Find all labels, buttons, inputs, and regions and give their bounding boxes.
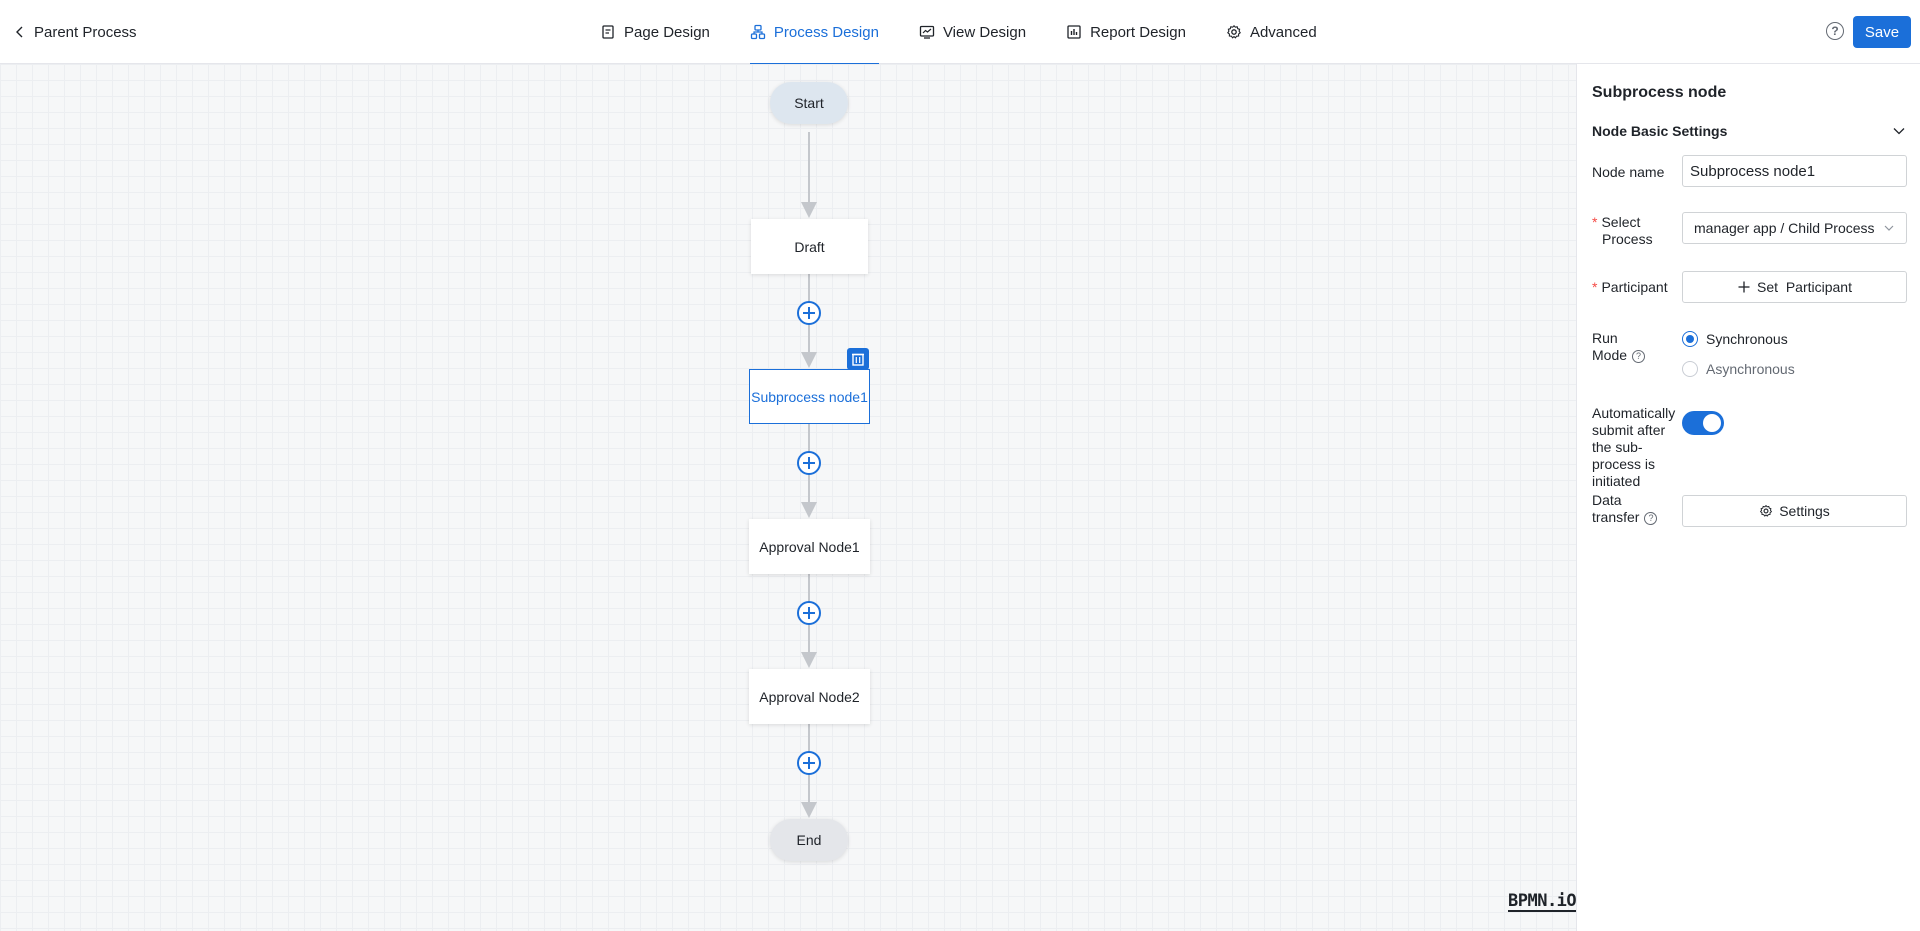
label-line: Mode [1592,347,1628,363]
add-node-button[interactable] [797,751,821,775]
back-link[interactable]: Parent Process [12,20,137,44]
data-transfer-settings-button[interactable]: Settings [1682,495,1907,527]
help-icon[interactable]: ? [1632,349,1646,363]
label-line: transfer [1592,509,1640,525]
page-icon [602,25,614,39]
subprocess-node[interactable]: Subprocess node1 [749,369,870,424]
tab-report-design[interactable]: Report Design [1066,0,1186,64]
gear-icon [1760,504,1773,517]
select-process-label: * Select Process [1592,214,1653,248]
tab-advanced[interactable]: Advanced [1226,0,1317,64]
label-text: Participant [1601,279,1668,295]
back-label: Parent Process [34,23,137,41]
label-line: process is [1592,456,1656,472]
start-node[interactable]: Start [770,82,848,124]
plus-icon [1738,281,1750,293]
top-bar: Parent Process Page Design Process Desig… [0,0,1920,65]
tab-view-design[interactable]: View Design [919,0,1026,64]
add-node-button[interactable] [797,301,821,325]
properties-panel: Subprocess node Node Basic Settings Node… [1576,64,1920,931]
tab-label: Page Design [624,23,710,41]
run-mode-asynchronous[interactable]: Asynchronous [1682,361,1795,377]
bpmn-io-logo[interactable]: BPMN.iO [1508,892,1576,912]
set-participant-label: Set Participant [1757,279,1852,295]
add-node-button[interactable] [797,451,821,475]
label-line: submit after [1592,422,1666,438]
help-icon[interactable]: ? [1644,511,1658,525]
participant-label: * Participant [1592,279,1668,296]
flow-connectors [801,132,817,818]
delete-node-icon[interactable] [847,348,869,370]
end-node[interactable]: End [770,819,848,861]
radio-unchecked[interactable] [1682,361,1698,377]
select-process-value: manager app / Child Process [1694,220,1875,236]
label-line: Process [1602,231,1653,247]
required-mark: * [1592,279,1598,295]
tab-label: View Design [942,23,1027,41]
chevron-down-icon [1893,128,1905,135]
help-icon[interactable]: ? [1826,22,1844,40]
label-line: Data [1592,492,1622,508]
panel-title: Subprocess node [1592,84,1727,101]
run-mode-label: Run Mode? [1592,330,1646,364]
save-button[interactable]: Save [1853,16,1911,48]
draft-node[interactable]: Draft [751,219,868,274]
radio-label: Synchronous [1706,331,1788,347]
radio-label: Asynchronous [1706,361,1795,377]
tab-page-design[interactable]: Page Design [600,0,710,64]
view-icon [919,25,935,39]
section-title: Node Basic Settings [1592,123,1728,139]
chevron-left-icon [16,26,23,38]
label-line: Run [1592,330,1618,346]
data-transfer-label: Data transfer? [1592,492,1658,526]
approval-node-2[interactable]: Approval Node2 [749,669,870,724]
tab-label: Advanced [1249,23,1317,41]
label-line: initiated [1592,473,1641,489]
trash-icon [852,353,864,366]
node-basic-settings-header[interactable]: Node Basic Settings [1592,120,1906,142]
gear-icon [1227,24,1241,39]
set-participant-button[interactable]: Set Participant [1682,271,1907,303]
node-name-input[interactable] [1682,155,1907,187]
auto-submit-toggle[interactable] [1682,411,1724,435]
required-mark: * [1592,214,1598,230]
tab-label: Process Design [773,23,879,41]
radio-checked[interactable] [1682,331,1698,347]
report-icon [1067,25,1081,39]
design-tabs: Page Design Process Design View Design R… [600,0,1357,65]
chevron-down-icon [1884,225,1894,231]
label-line: Select [1601,214,1641,230]
approval-node-1[interactable]: Approval Node1 [749,519,870,574]
settings-label: Settings [1779,503,1830,519]
add-node-button[interactable] [797,601,821,625]
tab-label: Report Design [1090,23,1186,41]
select-process-dropdown[interactable]: manager app / Child Process [1682,212,1907,244]
process-canvas[interactable]: Start Draft Subprocess node1 Approval No… [0,64,1576,931]
tab-process-design[interactable]: Process Design [749,0,880,65]
auto-submit-label: Automatically submit after the sub- proc… [1592,405,1675,490]
run-mode-synchronous[interactable]: Synchronous [1682,331,1788,347]
label-line: Automatically [1592,405,1676,421]
process-icon [750,24,766,40]
label-line: the sub- [1592,439,1643,455]
node-name-label: Node name [1592,164,1665,180]
